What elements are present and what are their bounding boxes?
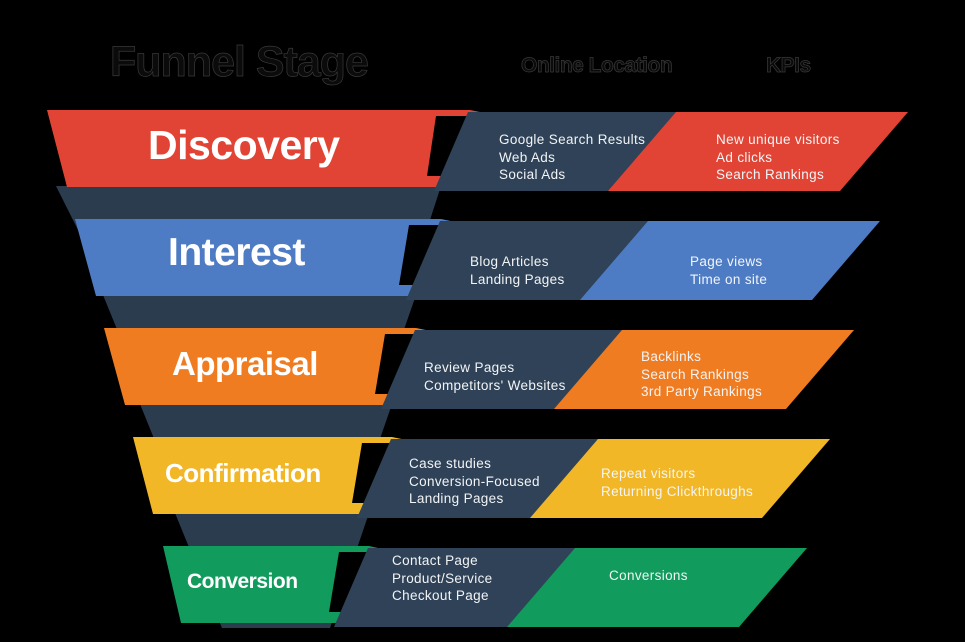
location-item: Landing Pages: [470, 271, 565, 287]
location-item: Product/Service: [392, 570, 493, 586]
stage-label-interest: Interest: [168, 231, 305, 274]
locations-appraisal: Review Pages Competitors' Websites: [424, 359, 566, 394]
kpis-appraisal: Backlinks Search Rankings 3rd Party Rank…: [641, 348, 762, 401]
kpi-item: Ad clicks: [716, 149, 773, 165]
location-item: Landing Pages: [409, 491, 504, 506]
location-item: Review Pages: [424, 360, 515, 375]
locations-interest: Blog Articles Landing Pages: [470, 253, 565, 288]
kpi-item: Returning Clickthroughs: [601, 483, 754, 499]
kpi-item: Repeat visitors: [601, 466, 696, 481]
funnel-graphic: [47, 110, 908, 628]
kpi-item: New unique visitors: [716, 132, 840, 147]
kpis-confirmation: Repeat visitors Returning Clickthroughs: [601, 465, 753, 500]
location-item: Checkout Page: [392, 588, 489, 603]
locations-confirmation: Case studies Conversion-Focused Landing …: [409, 455, 540, 508]
kpi-item: 3rd Party Rankings: [641, 384, 763, 399]
location-item: Blog Articles: [470, 254, 549, 269]
kpi-item: Backlinks: [641, 349, 702, 364]
kpi-item: Search Rankings: [641, 366, 750, 382]
stage-label-confirmation: Confirmation: [165, 458, 321, 488]
location-item: Contact Page: [392, 553, 479, 568]
kpis-discovery: New unique visitors Ad clicks Search Ran…: [716, 131, 840, 184]
funnel-diagram: Funnel Stage Online Location KPIs Discov…: [0, 0, 965, 642]
stage-label-appraisal: Appraisal: [172, 345, 318, 382]
kpis-interest: Page views Time on site: [690, 253, 767, 288]
locations-discovery: Google Search Results Web Ads Social Ads: [499, 131, 645, 184]
location-item: Case studies: [409, 456, 492, 471]
location-item: Competitors' Websites: [424, 377, 566, 393]
locations-conversion: Contact Page Product/Service Checkout Pa…: [392, 552, 493, 605]
kpi-item: Search Rankings: [716, 167, 825, 182]
header-online-location: Online Location: [521, 54, 673, 78]
header-funnel-stage: Funnel Stage: [110, 38, 370, 87]
kpi-item: Conversions: [609, 568, 688, 583]
kpis-conversion: Conversions: [609, 567, 688, 585]
kpi-item: Page views: [690, 254, 763, 269]
header-kpis: KPIs: [766, 54, 812, 78]
stage-label-conversion: Conversion: [187, 570, 298, 593]
location-item: Social Ads: [499, 167, 566, 182]
stage-label-discovery: Discovery: [148, 122, 340, 168]
location-item: Conversion-Focused: [409, 473, 540, 489]
location-item: Web Ads: [499, 149, 556, 165]
location-item: Google Search Results: [499, 132, 646, 147]
kpi-item: Time on site: [690, 271, 768, 287]
